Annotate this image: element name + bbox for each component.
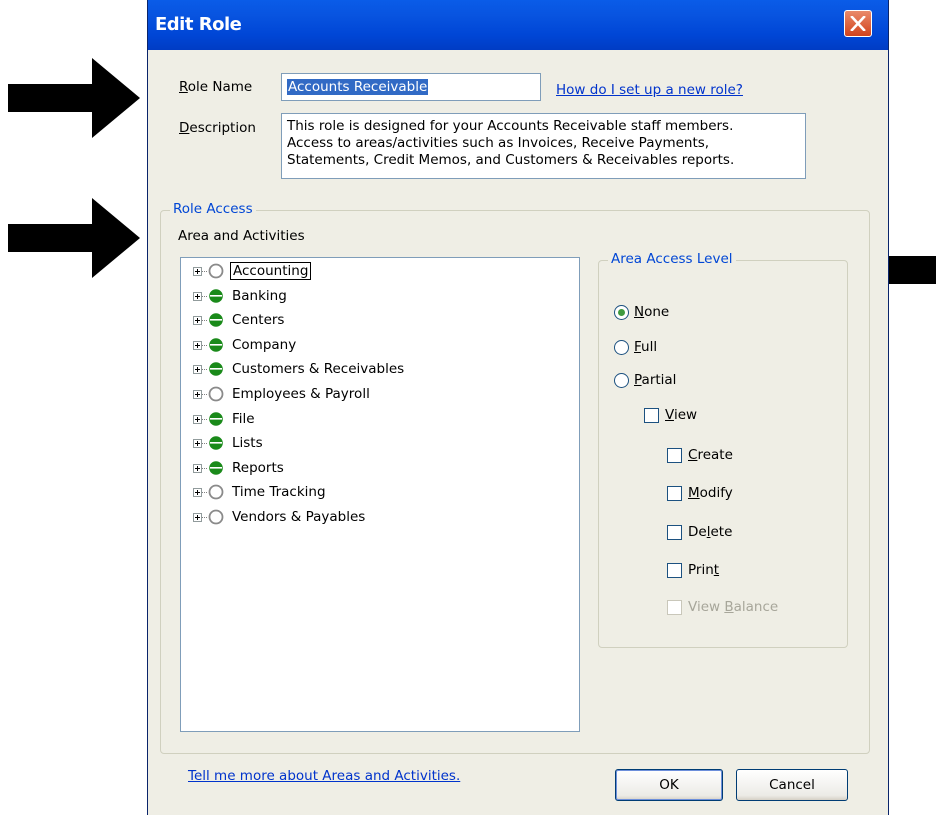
tree-item-accounting[interactable]: Accounting <box>193 260 312 282</box>
partial-access-icon <box>209 461 223 475</box>
expand-icon[interactable] <box>193 364 202 374</box>
checkbox[interactable] <box>667 485 682 501</box>
role-name-label-rest: ole Name <box>187 79 253 95</box>
tree-item-file[interactable]: File <box>193 408 257 430</box>
check-delete-label: Delete <box>688 524 733 540</box>
annotation-arrow-role-access <box>8 198 140 278</box>
tree-item-label: File <box>232 411 255 427</box>
tree-item-label: Banking <box>232 288 287 304</box>
tree-item-vendors-payables[interactable]: Vendors & Payables <box>193 506 367 528</box>
areas-activities-help-link[interactable]: Tell me more about Areas and Activities. <box>188 768 460 784</box>
check-create-label: Create <box>688 447 733 463</box>
partial-access-icon <box>209 436 223 450</box>
annotation-arrow-role-name <box>8 58 140 138</box>
tree-item-label: Vendors & Payables <box>232 509 366 525</box>
role-name-label: Role Name <box>179 79 253 95</box>
no-access-icon <box>208 484 224 500</box>
tree-item-company[interactable]: Company <box>193 334 298 356</box>
no-access-icon <box>208 509 224 525</box>
check-modify-label: Modify <box>688 485 733 501</box>
tree-item-employees-payroll[interactable]: Employees & Payroll <box>193 383 372 405</box>
tree-item-label: Lists <box>232 435 263 451</box>
tree-item-customers-receivables[interactable]: Customers & Receivables <box>193 358 406 380</box>
expand-icon[interactable] <box>193 389 202 399</box>
radio-none[interactable]: None <box>614 304 669 320</box>
expand-icon[interactable] <box>193 414 202 424</box>
checkbox[interactable] <box>644 407 659 423</box>
tree-item-label: Company <box>232 337 297 353</box>
tree-item-label: Employees & Payroll <box>232 386 370 402</box>
radio-full[interactable]: Full <box>614 339 657 355</box>
expand-icon[interactable] <box>193 340 202 350</box>
role-name-value: Accounts Receivable <box>287 79 429 95</box>
cancel-button[interactable]: Cancel <box>736 769 848 801</box>
tree-item-label: Centers <box>232 312 285 328</box>
check-view-balance: View Balance <box>667 599 778 615</box>
partial-access-icon <box>209 362 223 376</box>
check-view[interactable]: View <box>644 407 697 423</box>
check-print[interactable]: Print <box>667 562 719 578</box>
area-activities-label: Area and Activities <box>178 228 305 244</box>
expand-icon[interactable] <box>193 463 202 473</box>
no-access-icon <box>208 386 224 402</box>
radio-button[interactable] <box>614 339 629 355</box>
checkbox-disabled <box>667 599 682 615</box>
description-field[interactable]: This role is designed for your Accounts … <box>281 113 806 179</box>
description-line-3: Statements, Credit Memos, and Customers … <box>287 152 735 168</box>
checkbox[interactable] <box>667 447 682 463</box>
check-print-label: Print <box>688 562 720 578</box>
tree-item-label: Customers & Receivables <box>232 361 405 377</box>
expand-icon[interactable] <box>193 487 202 497</box>
areas-tree[interactable]: Accounting Banking Centers Company Custo… <box>180 257 580 732</box>
partial-access-icon <box>209 313 223 327</box>
no-access-icon <box>208 263 224 279</box>
role-access-legend: Role Access <box>170 201 256 217</box>
close-icon <box>850 16 866 31</box>
description-line-2: Access to areas/activities such as Invoi… <box>287 135 710 151</box>
radio-full-label: Full <box>634 339 658 355</box>
radio-partial[interactable]: Partial <box>614 372 676 388</box>
tree-item-centers[interactable]: Centers <box>193 309 286 331</box>
check-create[interactable]: Create <box>667 447 733 463</box>
check-view-balance-label: View Balance <box>688 599 779 615</box>
window-title: Edit Role <box>155 14 242 35</box>
check-delete[interactable]: Delete <box>667 524 732 540</box>
tree-item-label: Reports <box>232 460 284 476</box>
tree-item-time-tracking[interactable]: Time Tracking <box>193 481 328 503</box>
expand-icon[interactable] <box>193 315 202 325</box>
radio-button[interactable] <box>614 304 629 320</box>
checkbox[interactable] <box>667 524 682 540</box>
tree-item-label: Accounting <box>230 262 312 280</box>
ok-button[interactable]: OK <box>615 769 723 801</box>
description-label: Description <box>179 120 256 136</box>
close-button[interactable] <box>844 10 872 37</box>
expand-icon[interactable] <box>193 266 202 276</box>
radio-partial-label: Partial <box>634 372 677 388</box>
check-modify[interactable]: Modify <box>667 485 733 501</box>
expand-icon[interactable] <box>193 438 202 448</box>
checkbox[interactable] <box>667 562 682 578</box>
check-view-label: View <box>665 407 698 423</box>
radio-none-label: None <box>634 304 670 320</box>
description-line-1: This role is designed for your Accounts … <box>287 118 734 134</box>
area-access-level-legend: Area Access Level <box>608 251 736 267</box>
partial-access-icon <box>209 338 223 352</box>
tree-item-label: Time Tracking <box>232 484 326 500</box>
expand-icon[interactable] <box>193 512 202 522</box>
tree-item-reports[interactable]: Reports <box>193 457 286 479</box>
expand-icon[interactable] <box>193 291 202 301</box>
partial-access-icon <box>209 289 223 303</box>
tree-item-banking[interactable]: Banking <box>193 285 289 307</box>
partial-access-icon <box>209 412 223 426</box>
radio-button[interactable] <box>614 372 629 388</box>
title-bar[interactable]: Edit Role <box>148 0 888 50</box>
role-name-field[interactable]: Accounts Receivable <box>281 73 541 101</box>
tree-item-lists[interactable]: Lists <box>193 432 265 454</box>
setup-role-help-link[interactable]: How do I set up a new role? <box>556 82 743 98</box>
